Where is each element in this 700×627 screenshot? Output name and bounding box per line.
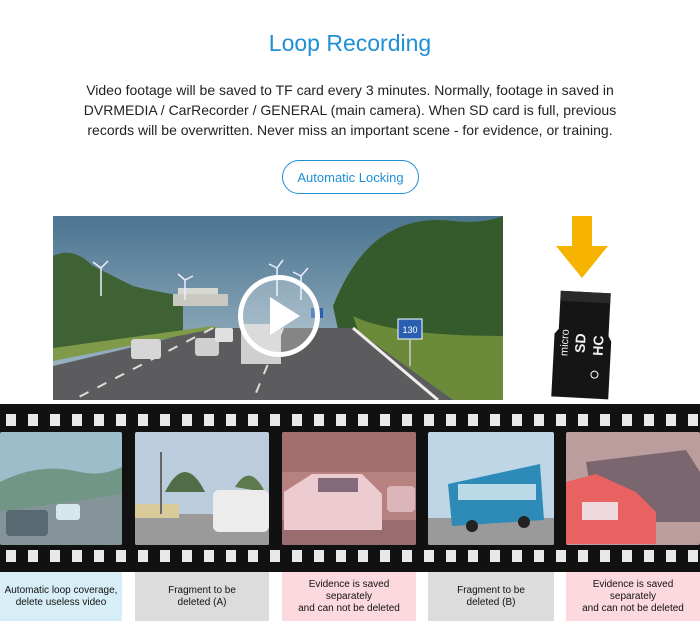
film-label-5-line-2: and can not be deleted [582, 602, 684, 614]
sd-brand-sd: SD [572, 333, 589, 353]
film-label-3-line-2: and can not be deleted [298, 602, 400, 614]
film-label-3-line-1: Evidence is saved separately [308, 578, 390, 602]
film-label-2-line-2: deleted (A) [177, 596, 227, 608]
film-perforations-top [0, 414, 700, 426]
film-label-5: Evidence is saved separately and can not… [566, 572, 700, 621]
film-label-1: Automatic loop coverage, delete useless … [0, 572, 122, 621]
film-label-5-line-1: Evidence is saved separately [592, 578, 674, 602]
film-label-4-line-1: Fragment to be [457, 584, 525, 596]
play-button[interactable] [238, 275, 320, 357]
film-frame-2 [135, 432, 269, 545]
description: Video footage will be saved to TF card e… [50, 80, 650, 140]
road-sign-number: 130 [402, 325, 417, 335]
film-label-1-line-1: Automatic loop coverage, [4, 584, 118, 596]
automatic-locking-button[interactable]: Automatic Locking [282, 160, 419, 194]
sd-brand-hc: HC [589, 335, 606, 356]
film-frame-1 [0, 432, 122, 545]
microsd-card-icon: micro SD HC [551, 290, 612, 400]
film-frame-3 [282, 432, 416, 545]
film-perforations-bottom [0, 550, 700, 562]
film-label-2-line-1: Fragment to be [168, 584, 236, 596]
description-line-2: DVRMEDIA / CarRecorder / GENERAL (main c… [83, 102, 617, 118]
film-label-1-line-2: delete useless video [15, 596, 107, 608]
film-label-3: Evidence is saved separately and can not… [282, 572, 416, 621]
film-label-4-line-2: deleted (B) [466, 596, 516, 608]
down-arrow-icon [556, 216, 608, 278]
film-frame-4 [428, 432, 554, 545]
description-line-1: Video footage will be saved to TF card e… [86, 82, 614, 98]
film-labels: Automatic loop coverage, delete useless … [0, 572, 700, 627]
film-label-2: Fragment to be deleted (A) [135, 572, 269, 621]
page-title: Loop Recording [268, 30, 432, 56]
description-line-3: records will be overwritten. Never miss … [87, 122, 613, 138]
film-label-4: Fragment to be deleted (B) [428, 572, 554, 621]
sd-brand-micro: micro [558, 329, 571, 356]
film-frame-5 [566, 432, 700, 545]
